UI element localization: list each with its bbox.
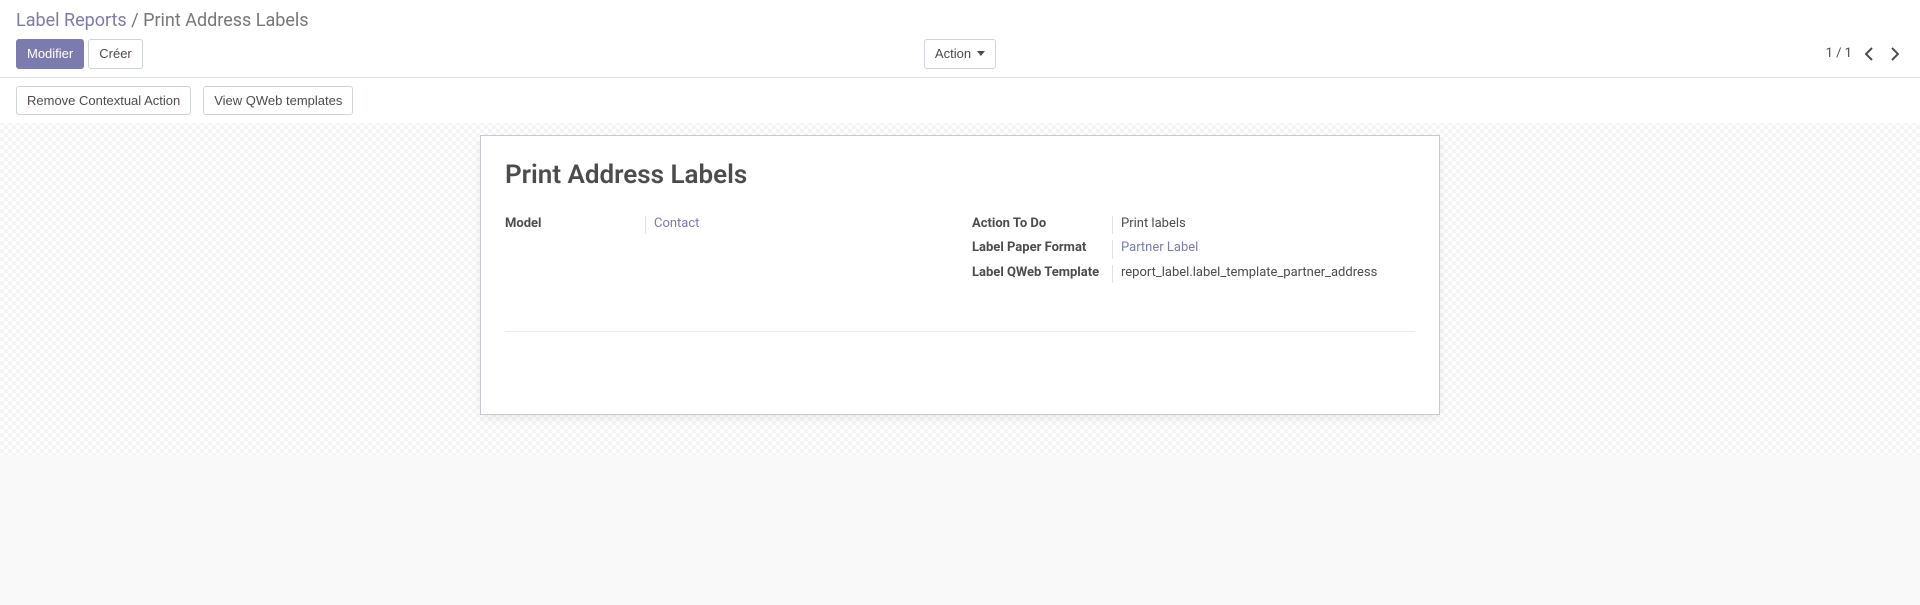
field-label-label-paper-format: Label Paper Format (972, 240, 1112, 258)
modifier-button[interactable]: Modifier (16, 39, 84, 69)
chevron-right-icon (1891, 47, 1899, 61)
form-col-left: Model Contact (505, 216, 972, 289)
remove-contextual-action-button[interactable]: Remove Contextual Action (16, 86, 191, 116)
field-label-model: Model (505, 216, 645, 234)
sheet-divider (505, 331, 1415, 332)
field-value-label-paper-format: Partner Label (1112, 240, 1415, 258)
sheet-title: Print Address Labels (505, 160, 1415, 190)
footer-space (0, 455, 1920, 605)
label-paper-format-link[interactable]: Partner Label (1121, 240, 1198, 255)
field-row-label-paper-format: Label Paper Format Partner Label (972, 240, 1415, 258)
field-row-label-qweb-template: Label QWeb Template report_label.label_t… (972, 265, 1415, 283)
field-label-label-qweb-template: Label QWeb Template (972, 265, 1112, 283)
breadcrumb-parent-link[interactable]: Label Reports (16, 10, 127, 31)
field-value-model: Contact (645, 216, 948, 234)
model-link[interactable]: Contact (654, 216, 699, 231)
form-canvas: Print Address Labels Model Contact Actio… (0, 123, 1920, 455)
pager-prev-button[interactable] (1860, 42, 1878, 66)
caret-down-icon (977, 51, 985, 56)
creer-button[interactable]: Créer (88, 39, 143, 69)
action-button-row: Remove Contextual Action View QWeb templ… (0, 78, 1920, 124)
field-value-label-qweb-template: report_label.label_template_partner_addr… (1112, 265, 1415, 283)
field-row-action-to-do: Action To Do Print labels (972, 216, 1415, 234)
breadcrumb-separator: / (131, 10, 143, 31)
chevron-left-icon (1865, 47, 1873, 61)
action-dropdown-label: Action (935, 44, 971, 64)
control-bar: Modifier Créer Action 1 / 1 (0, 33, 1920, 78)
breadcrumb: Label Reports / Print Address Labels (0, 0, 1920, 33)
pager: 1 / 1 (1826, 42, 1904, 66)
field-label-action-to-do: Action To Do (972, 216, 1112, 234)
action-dropdown-button[interactable]: Action (924, 39, 996, 69)
view-qweb-templates-button[interactable]: View QWeb templates (203, 86, 353, 116)
form-two-columns: Model Contact Action To Do Print labels … (505, 216, 1415, 289)
pager-next-button[interactable] (1886, 42, 1904, 66)
form-sheet: Print Address Labels Model Contact Actio… (480, 135, 1440, 415)
field-row-model: Model Contact (505, 216, 948, 234)
form-col-right: Action To Do Print labels Label Paper Fo… (972, 216, 1415, 289)
breadcrumb-current: Print Address Labels (143, 10, 309, 31)
pager-text: 1 / 1 (1826, 46, 1852, 61)
field-value-action-to-do: Print labels (1112, 216, 1415, 234)
